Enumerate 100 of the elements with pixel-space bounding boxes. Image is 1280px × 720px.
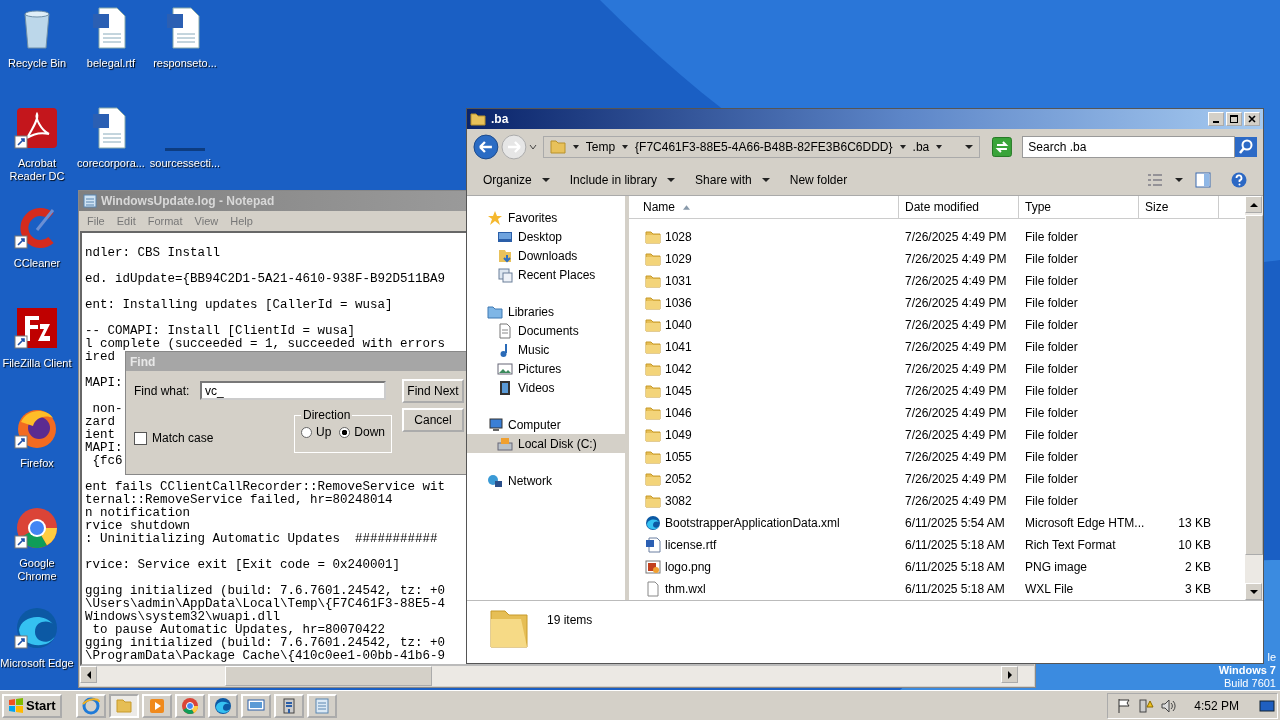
file-row[interactable]: BootstrapperApplicationData.xml 6/11/2025 5:54 AM Microsoft Edge HTM... 13 KB xyxy=(629,512,1219,534)
file-row[interactable]: 3082 7/26/2025 4:49 PM File folder xyxy=(629,490,1219,512)
nav-item[interactable]: Documents xyxy=(467,321,625,340)
taskbar-button[interactable] xyxy=(75,693,106,718)
browser-icon[interactable] xyxy=(81,696,100,715)
column-header[interactable]: Size xyxy=(1139,196,1219,218)
type-cell-text: File folder xyxy=(1025,450,1079,464)
scroll-down-icon[interactable] xyxy=(1249,587,1258,596)
column-header[interactable]: Name xyxy=(629,196,899,218)
file-row[interactable]: 1041 7/26/2025 4:49 PM File folder xyxy=(629,336,1219,358)
file-row[interactable]: 1029 7/26/2025 4:49 PM File folder xyxy=(629,248,1219,270)
nav-item[interactable]: Videos xyxy=(467,378,625,397)
find-what-field[interactable]: vc_ xyxy=(200,381,386,400)
back-button[interactable] xyxy=(473,134,499,160)
checkbox-label[interactable]: Match case xyxy=(152,431,214,445)
folder-icon xyxy=(645,317,661,333)
file-name: 1029 xyxy=(665,252,692,266)
folder-icon xyxy=(645,471,661,487)
nav-item[interactable]: Local Disk (C:) xyxy=(467,434,625,453)
toolbar-button[interactable]: New folder xyxy=(781,171,856,189)
text-line: \Users\admin\AppData\Local\Temp\{F7C461F3-88E5-4 xyxy=(85,597,446,611)
date-cell-text: 6/11/2025 5:54 AM xyxy=(905,516,1006,530)
file-name: 1046 xyxy=(665,406,692,420)
scroll-right-icon[interactable] xyxy=(1005,670,1014,679)
caret-icon[interactable] xyxy=(621,143,630,151)
scroll-up-icon[interactable] xyxy=(1249,200,1258,209)
file-row[interactable]: 1036 7/26/2025 4:49 PM File folder xyxy=(629,292,1219,314)
type-cell-text: File folder xyxy=(1025,296,1079,310)
computer-icon xyxy=(487,416,503,433)
file-row[interactable]: 1028 7/26/2025 4:49 PM File folder xyxy=(629,226,1219,248)
date-cell-text: 6/11/2025 5:18 AM xyxy=(905,560,1006,574)
caret-icon[interactable] xyxy=(761,176,770,184)
group-label: Direction xyxy=(301,408,353,422)
speaker-icon[interactable] xyxy=(1160,697,1177,714)
taskbar-button[interactable] xyxy=(273,693,304,718)
help-icon[interactable] xyxy=(1231,172,1247,188)
icon-label: belegal.rtf xyxy=(85,57,137,70)
file-row[interactable]: 1042 7/26/2025 4:49 PM File folder xyxy=(629,358,1219,380)
network-warning-icon[interactable] xyxy=(1138,697,1155,714)
nav-item[interactable]: Favorites xyxy=(467,208,625,227)
file-row[interactable]: 1031 7/26/2025 4:49 PM File folder xyxy=(629,270,1219,292)
column-header[interactable]: Date modified xyxy=(899,196,1019,218)
refresh-icon[interactable] xyxy=(992,137,1013,157)
history-dropdown-icon[interactable] xyxy=(528,143,537,151)
caret-icon[interactable] xyxy=(1175,176,1183,184)
chrome-icon[interactable] xyxy=(180,696,199,715)
text-line: l complete (succeeded = 1, succeeded with errors xyxy=(85,337,446,351)
search-field[interactable]: Search .ba xyxy=(1022,136,1235,158)
file-row[interactable]: 1049 7/26/2025 4:49 PM File folder xyxy=(629,424,1219,446)
nav-item[interactable]: Downloads xyxy=(467,246,625,265)
breadcrumb[interactable]: .ba xyxy=(912,140,930,154)
flag-icon[interactable] xyxy=(1116,697,1133,714)
nav-item[interactable]: Music xyxy=(467,340,625,359)
nav-item[interactable]: Computer xyxy=(467,415,625,434)
preview-pane-icon[interactable] xyxy=(1195,172,1211,188)
column-header[interactable]: Type xyxy=(1019,196,1139,218)
radio-button[interactable] xyxy=(301,426,312,438)
caret-icon[interactable] xyxy=(935,143,944,151)
text-line: ternal::RemoveService failed, hr=80248014 xyxy=(85,493,393,507)
cancel-button[interactable]: Cancel xyxy=(402,408,464,432)
file-row[interactable]: license.rtf 6/11/2025 5:18 AM Rich Text Format 10 KB xyxy=(629,534,1219,556)
caret-icon[interactable] xyxy=(571,143,580,151)
radio-label[interactable]: Down xyxy=(354,425,386,439)
caret-icon[interactable] xyxy=(541,176,550,184)
horizontal-scrollbar[interactable] xyxy=(80,666,1034,686)
radio-button[interactable] xyxy=(339,426,351,438)
file-row[interactable]: 2052 7/26/2025 4:49 PM File folder xyxy=(629,468,1219,490)
address-bar[interactable]: Temp {F7C461F3-88E5-4A66-B48B-82FE3B6C6DDD} .ba xyxy=(542,136,981,158)
toolbar-button[interactable]: Organize xyxy=(475,171,558,189)
breadcrumb[interactable]: Temp xyxy=(585,140,616,154)
find-next-button[interactable]: Find Next xyxy=(402,379,464,403)
breadcrumb[interactable]: {F7C461F3-88E5-4A66-B48B-82FE3B6C6DDD} xyxy=(635,140,893,154)
nav-item[interactable]: Recent Places xyxy=(467,265,625,284)
type-cell-text: File folder xyxy=(1025,472,1079,486)
radio-label[interactable]: Up xyxy=(316,425,332,439)
file-row[interactable]: thm.wxl 6/11/2025 5:18 AM WXL File 3 KB xyxy=(629,578,1219,600)
nav-item[interactable]: Desktop xyxy=(467,227,625,246)
nav-item[interactable]: Network xyxy=(467,471,625,490)
toolbar-button[interactable]: Include in library xyxy=(561,171,684,189)
file-row[interactable]: logo.png 6/11/2025 5:18 AM PNG image 2 KB xyxy=(629,556,1219,578)
file-row[interactable]: 1045 7/26/2025 4:49 PM File folder xyxy=(629,380,1219,402)
show-desktop-icon[interactable] xyxy=(1259,697,1275,714)
dropdown-icon[interactable] xyxy=(965,143,974,151)
taskbar-button[interactable] xyxy=(207,693,238,718)
nav-item[interactable]: Pictures xyxy=(467,359,625,378)
nav-item[interactable]: Libraries xyxy=(467,302,625,321)
recent-places-icon xyxy=(497,266,513,283)
caret-icon[interactable] xyxy=(898,143,907,151)
toolbar-button[interactable]: Share with xyxy=(687,171,778,189)
file-row[interactable]: 1046 7/26/2025 4:49 PM File folder xyxy=(629,402,1219,424)
search-icon[interactable] xyxy=(1235,137,1257,157)
file-row[interactable]: 1040 7/26/2025 4:49 PM File folder xyxy=(629,314,1219,336)
vertical-scrollbar[interactable] xyxy=(1245,196,1263,600)
caret-icon[interactable] xyxy=(667,176,676,184)
edge-icon[interactable] xyxy=(213,696,232,715)
file-row[interactable]: 1055 7/26/2025 4:49 PM File folder xyxy=(629,446,1219,468)
taskbar-button[interactable] xyxy=(240,693,271,718)
taskbar-button[interactable] xyxy=(174,693,205,718)
start-button[interactable]: Start xyxy=(2,693,62,718)
checkbox[interactable] xyxy=(134,431,147,445)
